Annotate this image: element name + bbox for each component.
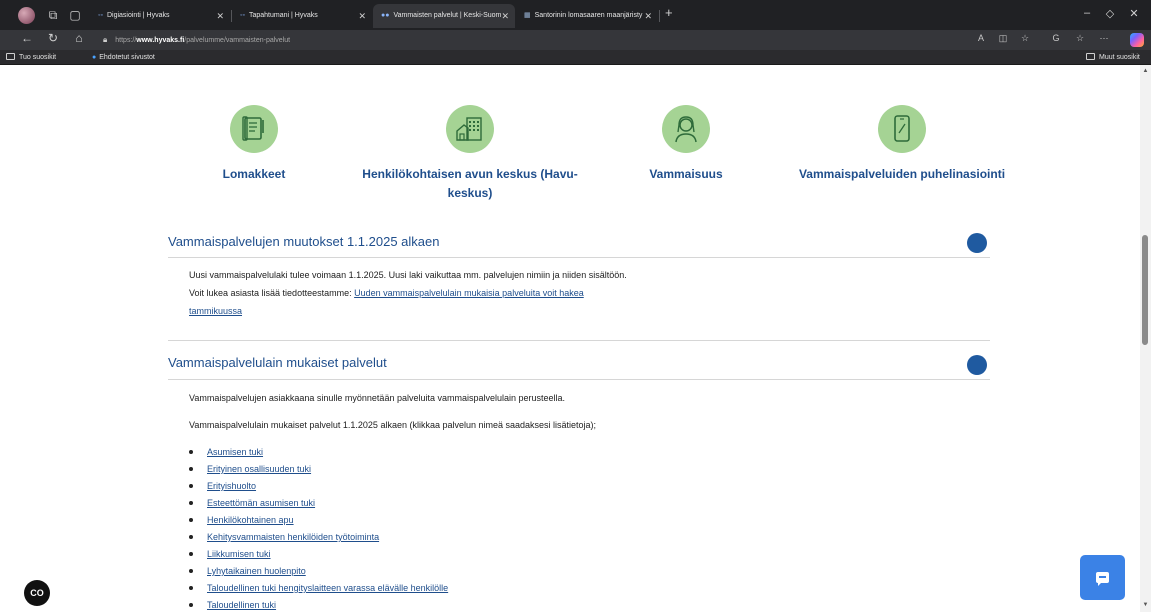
list-item: Taloudellinen tuki: [189, 597, 448, 612]
folder-icon: [1086, 53, 1095, 60]
muutokset-paragraph: Uusi vammaispalvelulaki tulee voimaan 1.…: [189, 270, 627, 316]
profile-avatar[interactable]: [18, 7, 35, 24]
other-favorites-link[interactable]: Muut suosikit: [1086, 50, 1140, 65]
service-link-taloudellinen-tuki[interactable]: Taloudellinen tuki: [207, 600, 276, 610]
lock-icon: 🔒︎: [103, 35, 108, 44]
cookie-consent-button[interactable]: CO: [24, 580, 50, 606]
favorites-bar: Tuo suosikit ● Ehdotetut sivustot Muut su…: [0, 50, 1151, 65]
category-puhelinasiointi[interactable]: Vammaispalveluiden puhelinasiointi: [792, 105, 1012, 184]
service-link-tuki-hengityslaite[interactable]: Taloudellinen tuki hengityslaitteen vara…: [207, 583, 448, 593]
extension-icon[interactable]: G: [1048, 33, 1064, 43]
minimize-button[interactable]: –: [1077, 7, 1097, 19]
close-tab-icon[interactable]: ✕: [644, 4, 652, 28]
service-link-tyotoiminta[interactable]: Kehitysvammaisten henkilöiden työtoimint…: [207, 532, 379, 542]
tab-santorini[interactable]: ▦ Santorinin lomasaaren maanjäristy ✕: [516, 4, 658, 28]
list-item: Kehitysvammaisten henkilöiden työtoimint…: [189, 529, 448, 546]
edge-icon: ●: [92, 54, 97, 61]
service-link-erityinen-osallisuuden-tuki[interactable]: Erityinen osallisuuden tuki: [207, 464, 311, 474]
service-link-esteettoman-asumisen-tuki[interactable]: Esteettömän asumisen tuki: [207, 498, 315, 508]
scroll-down-icon[interactable]: ▼: [1141, 602, 1150, 608]
list-item: Asumisen tuki: [189, 444, 448, 461]
folder-icon: [6, 53, 15, 60]
service-list: Asumisen tuki Erityinen osallisuuden tuk…: [189, 444, 448, 612]
url-field[interactable]: 🔒︎ https://www.hyvaks.fi/palvelumme/vamma…: [103, 32, 963, 48]
reload-button[interactable]: ↻: [44, 31, 62, 45]
favorites-icon[interactable]: ☆: [1072, 33, 1088, 44]
category-label: Henkilökohtaisen avun keskus (Havu-kesku…: [362, 167, 578, 200]
palvelut-intro-2: Vammaispalvelulain mukaiset palvelut 1.1…: [189, 420, 597, 430]
tab-digiasiointi[interactable]: ◦◦ Digiasiointi | Hyvaks ✕: [90, 4, 230, 28]
category-label: Vammaisuus: [649, 167, 723, 181]
category-vammaisuus[interactable]: Vammaisuus: [576, 105, 796, 184]
copilot-icon[interactable]: [1130, 33, 1144, 47]
hyvaks-favicon-icon: ●●: [381, 12, 390, 19]
new-tab-button[interactable]: +: [665, 5, 673, 20]
scrollbar-thumb[interactable]: [1142, 235, 1148, 345]
suggested-sites-link[interactable]: ● Ehdotetut sivustot: [92, 50, 155, 65]
list-item: Liikkumisen tuki: [189, 546, 448, 563]
list-item: Erityinen osallisuuden tuki: [189, 461, 448, 478]
list-item: Lyhytaikainen huolenpito: [189, 563, 448, 580]
category-label: Lomakkeet: [222, 167, 286, 181]
list-item: Esteettömän asumisen tuki: [189, 495, 448, 512]
list-item: Henkilökohtainen apu: [189, 512, 448, 529]
back-button[interactable]: ←: [18, 31, 36, 45]
read-aloud-icon[interactable]: A: [973, 33, 989, 43]
browser-tab-strip: ⧉ ▢ ◦◦ Digiasiointi | Hyvaks ✕ ◦◦ Tapahtum…: [0, 0, 1151, 30]
service-link-liikkumisen-tuki[interactable]: Liikkumisen tuki: [207, 549, 271, 559]
news-favicon-icon: ▦: [524, 12, 531, 19]
service-link-erityishuolto[interactable]: Erityishuolto: [207, 481, 256, 491]
category-label: Vammaispalveluiden puhelinasiointi: [798, 167, 1006, 181]
import-favorites-link[interactable]: Tuo suosikit: [6, 50, 56, 65]
form-icon: [230, 105, 278, 153]
person-icon: [662, 105, 710, 153]
more-menu-icon[interactable]: ⋯: [1096, 33, 1112, 44]
section-title-palvelut[interactable]: Vammaispalvelulain mukaiset palvelut: [168, 355, 387, 370]
service-link-henkilokohtainen-apu[interactable]: Henkilökohtainen apu: [207, 515, 294, 525]
palvelut-intro: Vammaispalvelujen asiakkaana sinulle myö…: [189, 393, 566, 403]
chat-bubble-icon: [1096, 572, 1109, 586]
section-title-muutokset[interactable]: Vammaispalvelujen muutokset 1.1.2025 alk…: [168, 234, 439, 249]
close-tab-icon[interactable]: ✕: [358, 4, 366, 28]
building-icon: [446, 105, 494, 153]
list-item: Taloudellinen tuki hengityslaitteen vara…: [189, 580, 448, 597]
divider: [168, 340, 990, 341]
tab-tapahtumani[interactable]: ◦◦ Tapahtumani | Hyvaks ✕: [232, 4, 372, 28]
page-scrollbar[interactable]: ▲ ▼: [1140, 65, 1151, 612]
immersive-reader-icon[interactable]: ◫: [995, 33, 1011, 44]
workspaces-icon[interactable]: ⧉: [44, 6, 62, 24]
close-tab-icon[interactable]: ✕: [216, 4, 224, 28]
phone-icon: [878, 105, 926, 153]
tab-vammaisten-palvelut[interactable]: ●● Vammaisten palvelut | Keski-Suom ✕: [373, 4, 515, 28]
hyvaks-favicon-icon: ◦◦: [98, 12, 103, 19]
list-item: Erityishuolto: [189, 478, 448, 495]
close-tab-icon[interactable]: ✕: [501, 4, 509, 28]
divider: [168, 379, 990, 380]
category-lomakkeet[interactable]: Lomakkeet: [144, 105, 364, 184]
chat-button[interactable]: [1080, 555, 1125, 600]
divider: [168, 257, 990, 258]
hyvaks-favicon-icon: ◦◦: [240, 12, 245, 19]
category-havu-keskus[interactable]: Henkilökohtaisen avun keskus (Havu-kesku…: [360, 105, 580, 203]
home-button[interactable]: ⌂: [70, 31, 88, 45]
tab-actions-icon[interactable]: ▢: [66, 6, 84, 24]
expand-toggle-muutokset[interactable]: [967, 233, 987, 253]
service-link-asumisen-tuki[interactable]: Asumisen tuki: [207, 447, 263, 457]
restore-button[interactable]: ◇: [1100, 7, 1120, 20]
address-bar-row: ← ↻ ⌂ 🔒︎ https://www.hyvaks.fi/palvelumme…: [0, 30, 1151, 50]
page-viewport: Lomakkeet Henkilökohtaisen avun keskus (…: [0, 65, 1140, 612]
close-window-button[interactable]: ✕: [1124, 7, 1144, 20]
scroll-up-icon[interactable]: ▲: [1141, 68, 1150, 74]
service-link-lyhytaikainen-huolenpito[interactable]: Lyhytaikainen huolenpito: [207, 566, 306, 576]
expand-toggle-palvelut[interactable]: [967, 355, 987, 375]
favorite-star-icon[interactable]: ☆: [1017, 33, 1033, 44]
